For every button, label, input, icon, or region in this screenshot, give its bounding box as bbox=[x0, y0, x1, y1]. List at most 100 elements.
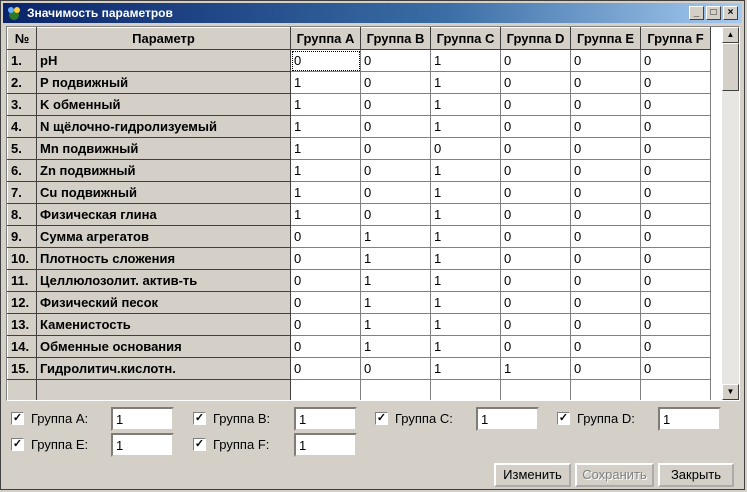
cell-group-b[interactable]: 1 bbox=[360, 225, 431, 248]
cell-group-a[interactable]: 0 bbox=[290, 269, 361, 292]
cell-group-f[interactable]: 0 bbox=[640, 71, 711, 94]
cell-group-c[interactable]: 1 bbox=[430, 357, 501, 380]
save-button[interactable]: Сохранить bbox=[575, 463, 654, 487]
cell-group-d[interactable]: 0 bbox=[500, 181, 571, 204]
cell-group-b[interactable]: 1 bbox=[360, 291, 431, 314]
column-header-group-b[interactable]: Группа B bbox=[360, 27, 431, 50]
cell-group-e[interactable]: 0 bbox=[570, 49, 641, 72]
group-b-weight-input[interactable] bbox=[294, 407, 357, 431]
cell-group-c[interactable]: 1 bbox=[430, 335, 501, 358]
cell-group-d[interactable] bbox=[500, 379, 571, 400]
cell-group-d[interactable]: 0 bbox=[500, 247, 571, 270]
cell-group-b[interactable] bbox=[360, 379, 431, 400]
cell-group-d[interactable]: 0 bbox=[500, 49, 571, 72]
column-header-group-d[interactable]: Группа D bbox=[500, 27, 571, 50]
cell-group-d[interactable]: 1 bbox=[500, 357, 571, 380]
cell-group-c[interactable]: 1 bbox=[430, 71, 501, 94]
vertical-scrollbar[interactable]: ▲ ▼ bbox=[722, 27, 739, 400]
cell-group-d[interactable]: 0 bbox=[500, 225, 571, 248]
cell-group-c[interactable]: 1 bbox=[430, 291, 501, 314]
cell-group-f[interactable]: 0 bbox=[640, 49, 711, 72]
cell-group-b[interactable]: 1 bbox=[360, 313, 431, 336]
group-a-label[interactable]: Группа A: bbox=[31, 411, 88, 426]
cell-group-d[interactable]: 0 bbox=[500, 269, 571, 292]
close-button[interactable]: Закрыть bbox=[658, 463, 734, 487]
group-c-label[interactable]: Группа C: bbox=[395, 411, 453, 426]
cell-group-a[interactable]: 0 bbox=[290, 225, 361, 248]
cell-group-c[interactable]: 1 bbox=[430, 269, 501, 292]
cell-group-d[interactable]: 0 bbox=[500, 137, 571, 160]
cell-group-a[interactable]: 0 bbox=[290, 247, 361, 270]
cell-group-f[interactable]: 0 bbox=[640, 335, 711, 358]
cell-group-f[interactable]: 0 bbox=[640, 137, 711, 160]
cell-group-f[interactable]: 0 bbox=[640, 291, 711, 314]
cell-group-c[interactable]: 1 bbox=[430, 115, 501, 138]
cell-group-b[interactable]: 0 bbox=[360, 181, 431, 204]
cell-group-f[interactable] bbox=[640, 379, 711, 400]
cell-group-a[interactable] bbox=[290, 379, 361, 400]
cell-group-e[interactable]: 0 bbox=[570, 137, 641, 160]
column-header-number[interactable]: № bbox=[7, 27, 37, 50]
cell-group-a[interactable]: 0 bbox=[290, 313, 361, 336]
cell-group-e[interactable]: 0 bbox=[570, 181, 641, 204]
group-f-checkbox[interactable]: ✓ bbox=[193, 438, 206, 451]
cell-group-a[interactable]: 1 bbox=[290, 93, 361, 116]
cell-group-b[interactable]: 0 bbox=[360, 49, 431, 72]
cell-group-c[interactable]: 1 bbox=[430, 93, 501, 116]
column-header-group-c[interactable]: Группа C bbox=[430, 27, 501, 50]
cell-group-b[interactable]: 1 bbox=[360, 247, 431, 270]
minimize-button[interactable]: _ bbox=[689, 6, 704, 20]
group-b-label[interactable]: Группа B: bbox=[213, 411, 270, 426]
group-e-label[interactable]: Группа E: bbox=[31, 437, 88, 452]
cell-group-d[interactable]: 0 bbox=[500, 203, 571, 226]
cell-group-d[interactable]: 0 bbox=[500, 71, 571, 94]
cell-group-e[interactable]: 0 bbox=[570, 203, 641, 226]
group-d-label[interactable]: Группа D: bbox=[577, 411, 635, 426]
cell-group-e[interactable]: 0 bbox=[570, 159, 641, 182]
close-window-button[interactable]: × bbox=[723, 6, 738, 20]
cell-group-e[interactable]: 0 bbox=[570, 247, 641, 270]
scroll-thumb[interactable] bbox=[722, 43, 739, 91]
cell-group-a[interactable]: 0 bbox=[290, 357, 361, 380]
cell-group-a[interactable]: 0 bbox=[290, 291, 361, 314]
cell-group-d[interactable]: 0 bbox=[500, 115, 571, 138]
cell-group-a[interactable]: 1 bbox=[290, 203, 361, 226]
group-a-checkbox[interactable]: ✓ bbox=[11, 412, 24, 425]
title-bar[interactable]: Значимость параметров _ □ × bbox=[3, 3, 742, 23]
group-d-weight-input[interactable] bbox=[658, 407, 721, 431]
cell-group-b[interactable]: 1 bbox=[360, 269, 431, 292]
cell-group-f[interactable]: 0 bbox=[640, 203, 711, 226]
cell-group-b[interactable]: 0 bbox=[360, 93, 431, 116]
cell-group-c[interactable]: 1 bbox=[430, 313, 501, 336]
group-c-checkbox[interactable]: ✓ bbox=[375, 412, 388, 425]
cell-group-a[interactable]: 0 bbox=[290, 49, 361, 72]
cell-group-b[interactable]: 1 bbox=[360, 335, 431, 358]
cell-group-a[interactable]: 1 bbox=[290, 115, 361, 138]
cell-group-d[interactable]: 0 bbox=[500, 313, 571, 336]
cell-group-b[interactable]: 0 bbox=[360, 137, 431, 160]
column-header-group-e[interactable]: Группа E bbox=[570, 27, 641, 50]
cell-group-f[interactable]: 0 bbox=[640, 181, 711, 204]
cell-group-c[interactable]: 1 bbox=[430, 225, 501, 248]
cell-group-d[interactable]: 0 bbox=[500, 159, 571, 182]
group-a-weight-input[interactable] bbox=[111, 407, 174, 431]
cell-group-a[interactable]: 1 bbox=[290, 159, 361, 182]
cell-group-e[interactable]: 0 bbox=[570, 357, 641, 380]
group-f-label[interactable]: Группа F: bbox=[213, 437, 269, 452]
cell-group-e[interactable]: 0 bbox=[570, 269, 641, 292]
group-e-checkbox[interactable]: ✓ bbox=[11, 438, 24, 451]
cell-group-f[interactable]: 0 bbox=[640, 115, 711, 138]
cell-group-c[interactable]: 1 bbox=[430, 181, 501, 204]
cell-group-f[interactable]: 0 bbox=[640, 225, 711, 248]
group-f-weight-input[interactable] bbox=[294, 433, 357, 457]
cell-group-c[interactable] bbox=[430, 379, 501, 400]
scroll-down-button[interactable]: ▼ bbox=[722, 384, 739, 400]
maximize-button[interactable]: □ bbox=[706, 6, 721, 20]
group-d-checkbox[interactable]: ✓ bbox=[557, 412, 570, 425]
cell-group-f[interactable]: 0 bbox=[640, 313, 711, 336]
cell-group-b[interactable]: 0 bbox=[360, 159, 431, 182]
cell-group-c[interactable]: 1 bbox=[430, 203, 501, 226]
group-b-checkbox[interactable]: ✓ bbox=[193, 412, 206, 425]
edit-button[interactable]: Изменить bbox=[494, 463, 571, 487]
column-header-group-f[interactable]: Группа F bbox=[640, 27, 711, 50]
